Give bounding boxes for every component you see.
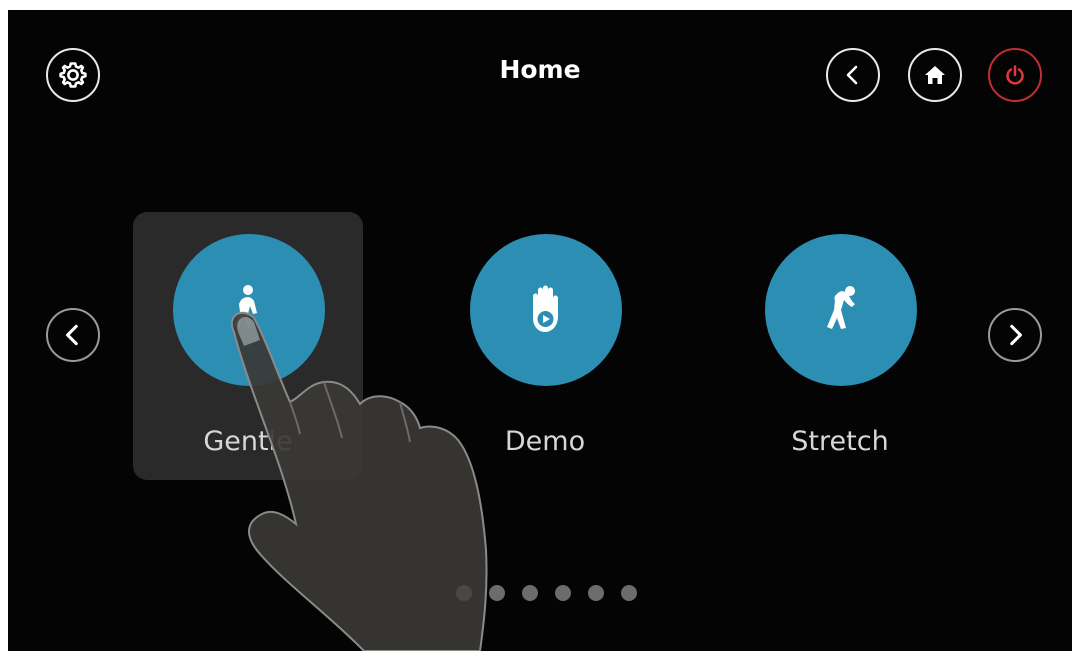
carousel-prev-button[interactable] bbox=[46, 308, 100, 362]
power-button[interactable] bbox=[988, 48, 1042, 102]
home-icon bbox=[925, 66, 945, 84]
chevron-left-icon bbox=[66, 324, 78, 346]
page-indicator bbox=[456, 585, 637, 601]
power-icon bbox=[1006, 65, 1024, 85]
page-dot[interactable] bbox=[621, 585, 637, 601]
walking-person-icon bbox=[234, 285, 257, 328]
page-dot[interactable] bbox=[522, 585, 538, 601]
mode-disk bbox=[765, 234, 917, 386]
chevron-right-icon bbox=[1010, 324, 1022, 346]
page-dot[interactable] bbox=[489, 585, 505, 601]
chevron-left-icon bbox=[846, 65, 858, 85]
mode-disk bbox=[173, 234, 325, 386]
carousel-next-button[interactable] bbox=[988, 308, 1042, 362]
mode-tile-demo[interactable]: Demo bbox=[430, 212, 660, 480]
mode-disk bbox=[470, 234, 622, 386]
page-dot[interactable] bbox=[456, 585, 472, 601]
mode-label: Stretch bbox=[791, 426, 889, 457]
mode-label: Gentle bbox=[203, 426, 293, 457]
mode-label: Demo bbox=[504, 426, 586, 457]
mode-tile-gentle[interactable]: Gentle bbox=[133, 212, 363, 480]
mode-tile-stretch[interactable]: Stretch bbox=[725, 212, 955, 480]
hand-play-icon bbox=[533, 285, 558, 332]
back-button[interactable] bbox=[826, 48, 880, 102]
stretching-person-icon bbox=[827, 286, 855, 329]
page-dot[interactable] bbox=[555, 585, 571, 601]
home-button[interactable] bbox=[908, 48, 962, 102]
page-dot[interactable] bbox=[588, 585, 604, 601]
home-screen: Home Gentle Demo Stretch bbox=[8, 10, 1072, 651]
